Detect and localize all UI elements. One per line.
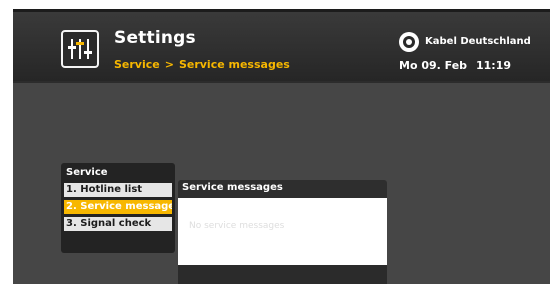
breadcrumb: Service > Service messages bbox=[114, 58, 290, 71]
empty-state-text: No service messages bbox=[189, 221, 285, 231]
breadcrumb-current: Service messages bbox=[178, 58, 290, 71]
breadcrumb-separator: > bbox=[164, 58, 174, 71]
service-menu: Service 1. Hotline list 2. Service messa… bbox=[61, 163, 175, 253]
time-label: 11:19 bbox=[476, 59, 512, 72]
menu-item-hotline-list[interactable]: 1. Hotline list bbox=[64, 183, 172, 197]
menu-title: Service bbox=[66, 167, 108, 178]
panel-title: Service messages bbox=[182, 182, 283, 193]
panel-footer bbox=[178, 265, 387, 284]
messages-list: No service messages bbox=[178, 198, 387, 265]
header-divider bbox=[13, 81, 550, 83]
brand-name: Kabel Deutschland bbox=[425, 36, 531, 47]
menu-item-service-messages[interactable]: 2. Service messages bbox=[64, 200, 172, 214]
breadcrumb-parent: Service bbox=[114, 58, 160, 71]
kabel-deutschland-logo-icon bbox=[399, 32, 419, 52]
header-bar: Settings Service > Service messages Kabel … bbox=[13, 9, 550, 81]
date-label: Mo 09. Feb bbox=[399, 59, 468, 72]
settings-sliders-icon bbox=[61, 30, 99, 68]
tv-screen: Settings Service > Service messages Kabel … bbox=[13, 9, 550, 284]
page-title: Settings bbox=[114, 28, 196, 48]
menu-item-signal-check[interactable]: 3. Signal check bbox=[64, 217, 172, 231]
service-messages-panel: Service messages No service messages bbox=[178, 180, 387, 284]
